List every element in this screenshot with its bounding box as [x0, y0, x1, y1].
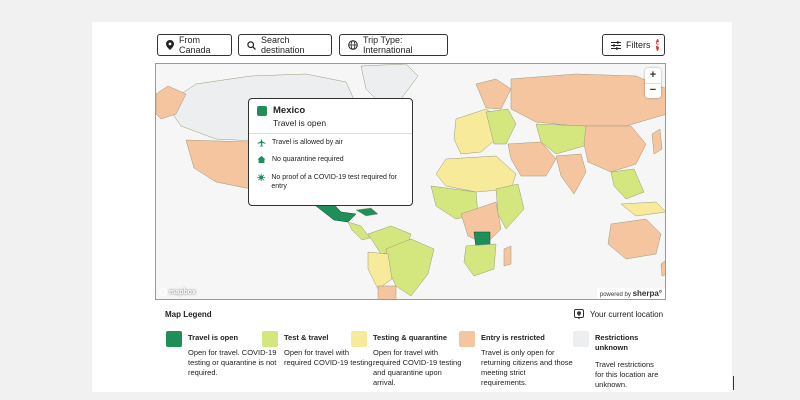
powered-by-sherpa: powered by sherpa° [596, 288, 665, 299]
map-region-north-africa[interactable] [435, 155, 517, 193]
filters-count-badge: 4 [655, 39, 660, 51]
legend-label: Testing & quarantine [373, 333, 448, 342]
text-cursor [733, 376, 734, 390]
legend-desc: Open for travel. COVID-19 testing or qua… [188, 348, 277, 378]
map-region-east-africa[interactable] [495, 183, 525, 230]
house-icon [257, 156, 266, 164]
location-pin-icon [166, 40, 174, 50]
zoom-controls: + − [645, 68, 661, 98]
popup-row-air: Travel is allowed by air [249, 134, 412, 151]
current-location-key: Your current location [574, 309, 663, 320]
map-region-chile-argentina[interactable] [377, 285, 397, 300]
from-country-button[interactable]: From Canada [157, 34, 232, 56]
popup-item-text: No proof of a COVID-19 test required for… [271, 173, 398, 191]
map-region-central-america[interactable] [347, 221, 371, 241]
legend-swatch [166, 331, 182, 347]
sherpa-brand: sherpa° [632, 289, 662, 298]
popup-status-swatch [257, 106, 267, 116]
legend-label: Travel is open [188, 333, 239, 342]
filters-button[interactable]: Filters 4 [602, 34, 665, 56]
virus-icon [257, 173, 265, 182]
legend-label: Restrictions unknown [595, 333, 639, 353]
map-region-peru-bolivia[interactable] [367, 251, 393, 290]
powered-by-label: powered by [599, 292, 631, 298]
mapbox-attribution[interactable]: mapbox [159, 288, 196, 296]
search-icon [247, 40, 256, 50]
sliders-icon [611, 40, 621, 50]
map-region-southern-africa[interactable] [463, 243, 497, 277]
legend-swatch [262, 331, 278, 347]
search-destination-input[interactable]: Search destination [238, 34, 332, 56]
map-region-china[interactable] [583, 125, 647, 173]
country-popup: Mexico Travel is open Travel is allowed … [248, 98, 413, 206]
map-legend-title: Map Legend [165, 310, 212, 319]
airplane-icon [257, 138, 266, 147]
map-region-indonesia[interactable] [620, 201, 666, 217]
popup-item-text: No quarantine required [272, 156, 344, 164]
search-destination-label: Search destination [261, 35, 305, 55]
legend-swatch [459, 331, 475, 347]
legend-desc: Open for travel with required COVID-19 t… [284, 348, 375, 368]
map-region-new-zealand[interactable] [660, 260, 666, 277]
legend-swatch [573, 331, 589, 347]
map-region-australia[interactable] [607, 218, 662, 260]
location-marker-icon [574, 309, 584, 320]
map-region-japan[interactable] [651, 128, 663, 155]
map-region-india[interactable] [555, 153, 587, 195]
zoom-out-button[interactable]: − [645, 84, 661, 99]
legend-label: Test & travel [284, 333, 329, 342]
legend-label: Entry is restricted [481, 333, 545, 342]
map-region-caribbean[interactable] [355, 207, 379, 217]
map-region-southeast-asia[interactable] [610, 168, 645, 200]
filters-label: Filters [626, 40, 651, 50]
mapbox-logo-icon [159, 288, 167, 296]
map-region-madagascar[interactable] [503, 245, 512, 267]
popup-item-text: Travel is allowed by air [272, 139, 343, 146]
zoom-in-button[interactable]: + [645, 68, 661, 84]
legend-desc: Travel restrictions for this location ar… [595, 360, 659, 390]
map-region-russia[interactable] [510, 73, 666, 127]
mapbox-label: mapbox [169, 288, 196, 296]
current-location-label: Your current location [590, 310, 664, 319]
popup-row-test: No proof of a COVID-19 test required for… [249, 169, 412, 196]
from-country-label: From Canada [179, 35, 211, 55]
popup-travel-status: Travel is open [273, 118, 327, 128]
legend-desc: Travel is only open for returning citize… [481, 348, 573, 388]
popup-row-quarantine: No quarantine required [249, 151, 412, 168]
trip-type-button[interactable]: Trip Type: International [339, 34, 448, 56]
popup-header: Mexico Travel is open [249, 99, 412, 134]
globe-icon [348, 40, 358, 50]
trip-type-label: Trip Type: International [363, 35, 413, 55]
legend-swatch [351, 331, 367, 347]
map-region-scandinavia[interactable] [475, 78, 512, 110]
legend-desc: Open for travel with required COVID-19 t… [373, 348, 462, 388]
popup-country-name: Mexico [273, 105, 306, 116]
